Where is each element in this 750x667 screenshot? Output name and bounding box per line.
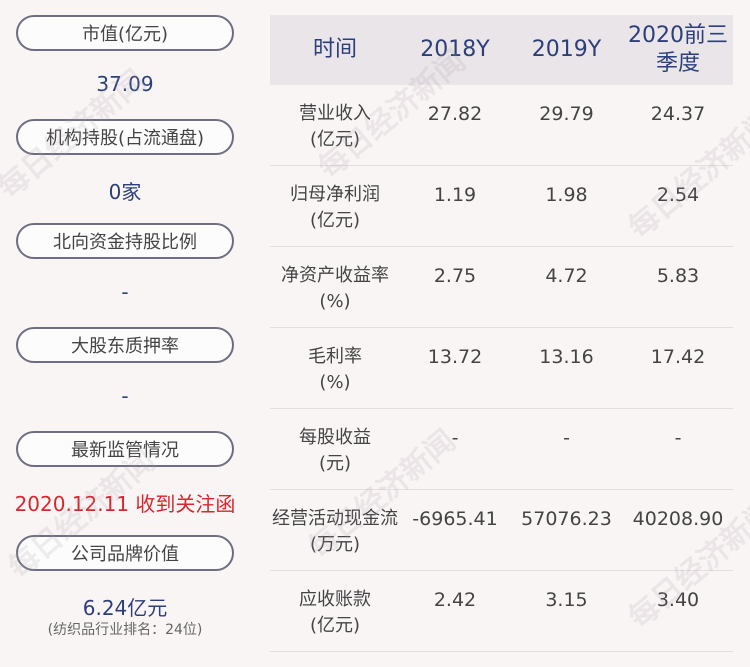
cell-2018: 13.72 [427, 346, 483, 368]
brand-value-label: 公司品牌价值 [16, 535, 234, 571]
table-row: 经营活动现金流 (万元) -6965.41 57076.23 40208.90 [270, 490, 733, 571]
table-row: 归母净利润 (亿元) 1.19 1.98 2.54 [270, 166, 733, 247]
cell-2019: 29.79 [539, 103, 594, 125]
cell-2018: 2.42 [433, 589, 477, 611]
market-cap-value: 37.09 [96, 72, 154, 96]
row-label: 归母净利润 (亿元) [290, 184, 380, 231]
table-row: 净资产收益率 (%) 2.75 4.72 5.83 [270, 247, 733, 328]
cell-2019: 1.98 [545, 184, 588, 206]
left-panel: 市值(亿元) 37.09 机构持股(占流通盘) 0家 北向资金持股比例 - 大股… [0, 0, 250, 667]
regulation-label: 最新监管情况 [16, 431, 234, 467]
cell-2020: 24.37 [650, 103, 706, 125]
financial-table: 时间 2018Y 2019Y 2020前三季度 营业收入 (亿元) 27.82 2… [270, 15, 733, 652]
table-row: 毛利率 (%) 13.72 13.16 17.42 [270, 328, 733, 409]
northbound-ratio-label: 北向资金持股比例 [16, 223, 234, 259]
header-2019: 2019Y [531, 37, 602, 62]
northbound-ratio-value: - [121, 280, 129, 304]
pledge-rate-label: 大股东质押率 [16, 327, 234, 363]
cell-2020: - [674, 427, 682, 449]
row-label: 毛利率 (%) [308, 346, 362, 393]
cell-2020: 2.54 [656, 184, 700, 206]
cell-2018: 27.82 [427, 103, 483, 125]
cell-2020: 3.40 [656, 589, 700, 611]
cell-2019: 3.15 [545, 589, 588, 611]
market-cap-label: 市值(亿元) [16, 15, 234, 51]
row-label: 净资产收益率 (%) [281, 265, 389, 312]
brand-rank-note: (纺织品行业排名：24位) [47, 622, 203, 638]
cell-2019: 13.16 [539, 346, 594, 368]
cell-2019: 57076.23 [521, 508, 612, 530]
brand-value-value: 6.24亿元 [82, 596, 168, 620]
table-row: 每股收益 (元) - - - [270, 409, 733, 490]
institution-holding-label: 机构持股(占流通盘) [16, 119, 234, 155]
pledge-rate-value: - [121, 384, 129, 408]
cell-2018: - [451, 427, 459, 449]
row-label: 每股收益 (元) [299, 427, 371, 474]
table-header: 时间 2018Y 2019Y 2020前三季度 [270, 15, 733, 85]
cell-2018: 2.75 [433, 265, 477, 287]
cell-2020: 5.83 [656, 265, 700, 287]
cell-2019: 4.72 [545, 265, 588, 287]
table-row: 营业收入 (亿元) 27.82 29.79 24.37 [270, 85, 733, 166]
row-label: 应收账款 (亿元) [299, 589, 371, 636]
cell-2019: - [563, 427, 570, 449]
row-label: 经营活动现金流 (万元) [272, 508, 398, 555]
header-time: 时间 [312, 37, 357, 62]
header-2020q3: 2020前三季度 [628, 23, 728, 76]
cell-2020: 40208.90 [632, 508, 724, 530]
row-label: 营业收入 (亿元) [299, 103, 371, 150]
cell-2020: 17.42 [650, 346, 706, 368]
cell-2018: 1.19 [433, 184, 477, 206]
table-row: 应收账款 (亿元) 2.42 3.15 3.40 [270, 571, 733, 652]
regulation-value: 2020.12.11 收到关注函 [14, 492, 236, 516]
header-2018: 2018Y [420, 37, 490, 62]
cell-2018: -6965.41 [412, 508, 498, 530]
institution-holding-value: 0家 [108, 180, 142, 204]
